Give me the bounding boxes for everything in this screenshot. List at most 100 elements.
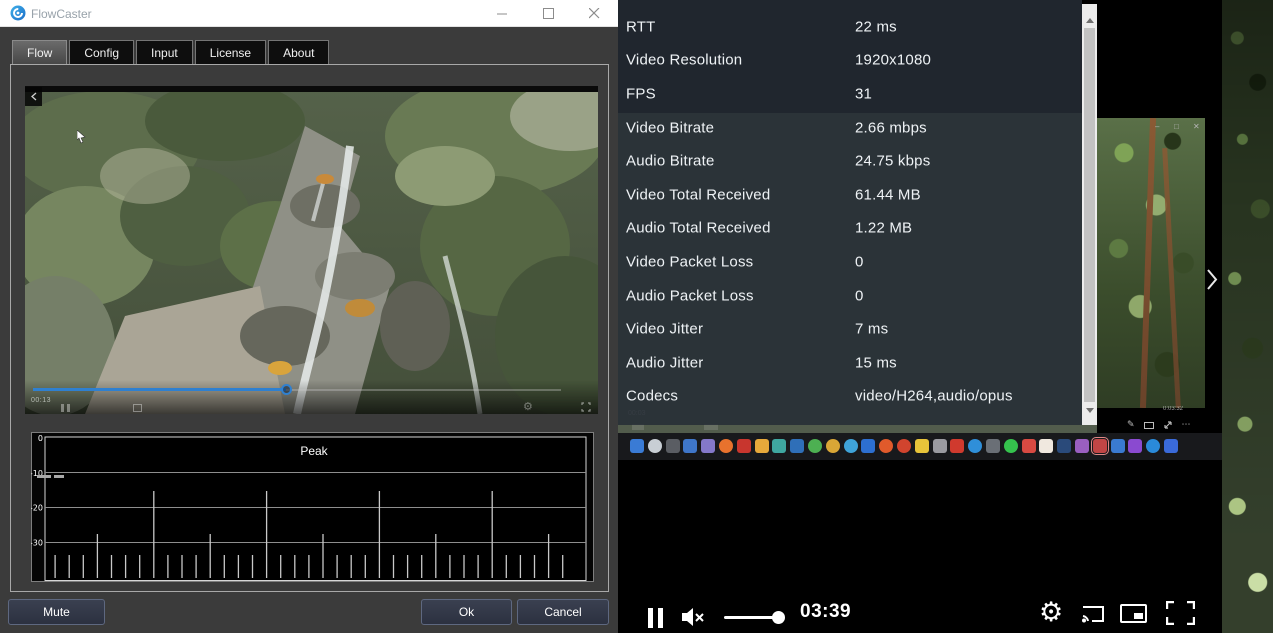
next-chevron-icon[interactable] — [1204, 266, 1220, 292]
stat-value: video/H264,audio/opus — [855, 388, 1013, 405]
preview-shade — [25, 380, 598, 414]
tab-about[interactable]: About — [268, 40, 329, 65]
tree-image — [1097, 118, 1205, 408]
taskbar-app-icon — [933, 439, 947, 453]
mute-button[interactable]: Mute — [8, 599, 105, 625]
frame-icon — [1144, 422, 1154, 429]
picture-in-picture-icon[interactable] — [1120, 604, 1148, 624]
taskbar-app-icon — [1128, 439, 1142, 453]
stat-row: Audio Total Received1.22 MB — [618, 212, 1082, 246]
player-controls-bar: 03:39 ⚙ — [618, 595, 1222, 633]
flowcaster-window: FlowCaster FlowConfigInputLicenseAbout — [0, 0, 618, 633]
scrollbar-down-icon[interactable] — [1086, 408, 1094, 413]
taskbar-app-icon — [950, 439, 964, 453]
svg-text:-30: -30 — [31, 538, 43, 547]
stat-row: Video Resolution 1920x1080 — [618, 44, 1082, 78]
taskbar-app-icon — [1164, 439, 1178, 453]
taskbar-app-icon — [1075, 439, 1089, 453]
stat-row: Audio Jitter 15 ms — [618, 346, 1082, 380]
taskbar-app-icon — [683, 439, 697, 453]
mouse-cursor-icon — [77, 130, 87, 144]
fullscreen-icon[interactable] — [1166, 601, 1195, 625]
minimize-button[interactable] — [489, 3, 515, 24]
stat-value: 1920x1080 — [855, 52, 931, 69]
tab-bar: FlowConfigInputLicenseAbout — [12, 40, 329, 65]
settings-gear-icon[interactable]: ⚙ — [1039, 597, 1063, 628]
tab-license[interactable]: License — [195, 40, 266, 65]
stat-row: Video Total Received61.44 MB — [618, 178, 1082, 212]
tab-flow[interactable]: Flow — [12, 40, 67, 65]
stat-label: FPS — [626, 85, 656, 102]
taskbar-app-icon — [968, 439, 982, 453]
taskbar-app-icon — [1111, 439, 1125, 453]
taskbar-app-icon — [826, 439, 840, 453]
cast-icon[interactable] — [1080, 603, 1106, 625]
preview-pause-icon — [61, 404, 70, 412]
cancel-button[interactable]: Cancel — [517, 599, 609, 625]
taskbar-app-icon — [844, 439, 858, 453]
stat-value: 7 ms — [855, 321, 888, 338]
stat-label: Audio Total Received — [626, 220, 771, 237]
stat-value: 0 — [855, 253, 864, 270]
taskbar-app-icon — [879, 439, 893, 453]
stat-row: Audio Bitrate24.75 kbps — [618, 144, 1082, 178]
scrollbar-thumb[interactable] — [1084, 28, 1095, 402]
background-video-strip — [1222, 0, 1273, 633]
stat-value: 0 — [855, 287, 864, 304]
mini-window-toolbar: ✎ ⋯ — [1127, 418, 1217, 432]
taskbar-app-icon — [1039, 439, 1053, 453]
preview-progress-track[interactable] — [33, 389, 561, 391]
preview-settings-icon: ⚙ — [523, 400, 533, 413]
taskbar-app-icon — [737, 439, 751, 453]
back-chevron-icon[interactable] — [25, 87, 42, 106]
taskbar-app-icon — [701, 439, 715, 453]
stat-value: 15 ms — [855, 354, 897, 371]
taskbar-app-icon — [630, 439, 644, 453]
taskbar-app-icon — [790, 439, 804, 453]
taskbar-app-icon — [1093, 439, 1107, 453]
taskbar-app-icon — [986, 439, 1000, 453]
ok-button[interactable]: Ok — [421, 599, 512, 625]
taskbar-app-icon — [772, 439, 786, 453]
muted-speaker-icon[interactable] — [682, 606, 706, 628]
svg-text:-20: -20 — [31, 504, 43, 513]
preview-progress-fill — [33, 388, 286, 391]
stat-label: Audio Bitrate — [626, 153, 714, 170]
stat-row: RTT22 ms — [618, 10, 1082, 44]
resize-icon — [1163, 420, 1173, 430]
meter-title: Peak — [300, 444, 328, 458]
pause-button[interactable] — [648, 608, 663, 628]
stat-label: Video Resolution — [626, 52, 742, 69]
stat-value: 61.44 MB — [855, 186, 921, 203]
stat-label: Video Jitter — [626, 321, 703, 338]
screen: FlowCaster FlowConfigInputLicenseAbout — [0, 0, 1273, 633]
tree-trunk — [1140, 118, 1156, 408]
volume-knob[interactable] — [772, 611, 785, 624]
taskbar-app-icon — [648, 439, 662, 453]
tab-config[interactable]: Config — [69, 40, 134, 65]
stat-row: Video Jitter 7 ms — [618, 312, 1082, 346]
stats-scrollbar[interactable] — [1082, 4, 1097, 425]
stat-row: Video Bitrate2.66 mbps — [618, 111, 1082, 145]
audio-peak-meter: Peak 0-10-20-30 — [31, 432, 594, 582]
more-icon: ⋯ — [1182, 420, 1191, 430]
tab-input[interactable]: Input — [136, 40, 193, 65]
taskbar-app-icon — [719, 439, 733, 453]
taskbar-app-icon — [861, 439, 875, 453]
stream-stats-overlay: RTT22 msVideo Resolution1920x1080FPS31Vi… — [618, 0, 1082, 425]
taskbar-app-icon — [897, 439, 911, 453]
taskbar-app-icon — [666, 439, 680, 453]
taskbar-app-icon — [1146, 439, 1160, 453]
stat-label: Audio Packet Loss — [626, 287, 754, 304]
mini-maximize-icon: □ — [1174, 122, 1179, 131]
svg-text:0: 0 — [38, 434, 43, 443]
stat-label: Video Bitrate — [626, 119, 714, 136]
maximize-button[interactable] — [535, 3, 561, 24]
stat-label: Audio Jitter — [626, 354, 703, 371]
preview-stop-icon — [133, 404, 142, 412]
taskbar-app-icon — [1022, 439, 1036, 453]
scrollbar-up-icon[interactable] — [1086, 18, 1094, 23]
video-player: 00:03 RTT22 msVideo Resolution1920x1080F… — [618, 0, 1222, 633]
stat-value: 22 ms — [855, 18, 897, 35]
close-button[interactable] — [581, 3, 607, 24]
